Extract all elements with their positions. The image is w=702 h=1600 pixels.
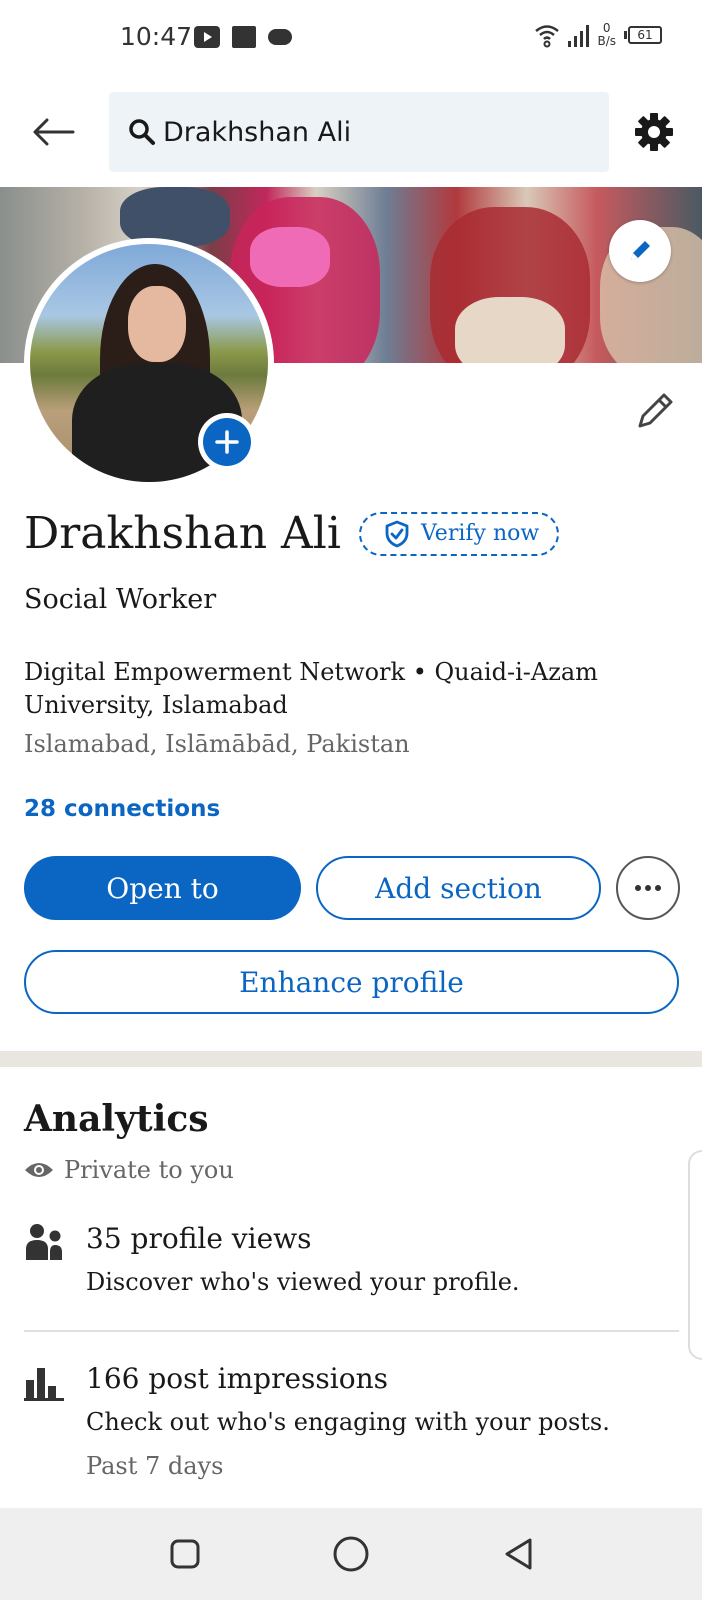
app-notification-icon — [232, 26, 256, 48]
search-value: Drakhshan Ali — [163, 116, 352, 148]
search-icon — [129, 119, 155, 145]
eye-icon — [25, 1163, 53, 1177]
back-arrow-icon — [33, 118, 75, 146]
square-icon — [170, 1539, 200, 1569]
profile-views-subtitle: Discover who's viewed your profile. — [86, 1268, 520, 1296]
profile-organization[interactable]: Digital Empowerment Network • Quaid-i-Az… — [24, 656, 664, 722]
shield-check-icon — [385, 520, 409, 547]
open-to-button[interactable]: Open to — [24, 856, 301, 920]
pencil-icon — [638, 393, 673, 428]
network-speed: 0 B/s — [597, 21, 616, 48]
triangle-back-icon — [505, 1538, 532, 1570]
post-impressions-item[interactable]: 166 post impressions Check out who's eng… — [24, 1362, 679, 1492]
recent-apps-button[interactable] — [161, 1530, 209, 1578]
post-impressions-period: Past 7 days — [86, 1452, 224, 1480]
back-button[interactable] — [28, 110, 78, 154]
wifi-icon — [535, 25, 560, 48]
system-status: 0 B/s 61 — [534, 22, 662, 48]
profile-views-count: 35 profile views — [86, 1222, 312, 1255]
analytics-separator — [24, 1330, 679, 1332]
add-section-button[interactable]: Add section — [316, 856, 601, 920]
name-row: Drakhshan Ali Verify now — [24, 508, 560, 559]
signal-icon — [568, 23, 590, 47]
more-options-button[interactable] — [616, 856, 680, 920]
youtube-notification-icon — [194, 26, 220, 48]
pencil-icon — [631, 241, 650, 260]
profile-views-item[interactable]: 35 profile views Discover who's viewed y… — [24, 1222, 679, 1322]
top-app-bar: Drakhshan Ali — [0, 92, 702, 172]
settings-button[interactable] — [630, 108, 678, 156]
section-divider — [0, 1051, 702, 1067]
plus-icon — [215, 430, 239, 454]
game-notification-icon — [268, 29, 292, 45]
edit-banner-button[interactable] — [609, 220, 671, 282]
post-impressions-subtitle: Check out who's engaging with your posts… — [86, 1408, 610, 1436]
battery-icon: 61 — [624, 26, 662, 44]
profile-name: Drakhshan Ali — [24, 508, 341, 559]
status-time: 10:47 — [120, 22, 193, 51]
home-button[interactable] — [327, 1530, 375, 1578]
verify-now-button[interactable]: Verify now — [358, 511, 560, 556]
analytics-privacy: Private to you — [24, 1156, 234, 1184]
notification-icons — [194, 26, 292, 48]
side-panel-handle[interactable] — [688, 1150, 702, 1360]
analytics-title: Analytics — [24, 1098, 209, 1140]
search-input[interactable]: Drakhshan Ali — [109, 92, 609, 172]
gear-icon — [635, 113, 673, 151]
post-impressions-count: 166 post impressions — [86, 1362, 388, 1395]
status-bar: 10:47 0 B/s 61 — [0, 0, 702, 78]
add-photo-button[interactable] — [198, 413, 256, 471]
verify-now-label: Verify now — [420, 521, 540, 546]
bar-chart-icon — [24, 1368, 64, 1401]
ellipsis-icon — [635, 885, 641, 891]
profile-location: Islamabad, Islāmābād, Pakistan — [24, 730, 410, 758]
people-icon — [26, 1224, 62, 1260]
back-nav-button[interactable] — [494, 1530, 542, 1578]
profile-headline: Social Worker — [24, 584, 217, 615]
edit-intro-button[interactable] — [630, 386, 680, 436]
privacy-label: Private to you — [64, 1156, 234, 1184]
enhance-profile-button[interactable]: Enhance profile — [24, 950, 679, 1014]
battery-level: 61 — [628, 26, 662, 44]
system-navigation-bar — [0, 1508, 702, 1600]
circle-icon — [333, 1536, 369, 1572]
connections-link[interactable]: 28 connections — [24, 796, 220, 822]
